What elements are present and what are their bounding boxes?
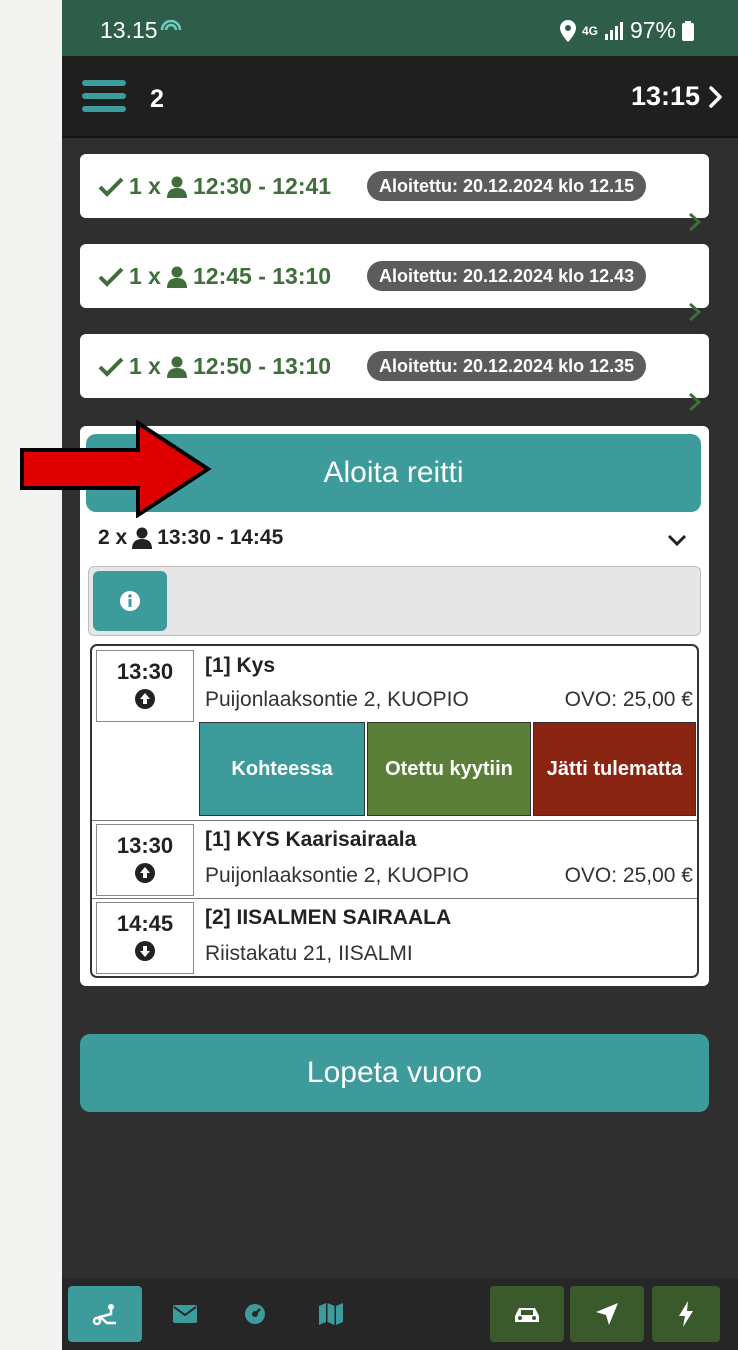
- info-button[interactable]: [93, 571, 167, 631]
- app-notification-icon: [160, 19, 182, 31]
- chevron-right-icon[interactable]: [685, 302, 705, 322]
- trip-time-range: 12:45 - 13:10: [192, 263, 332, 289]
- trip-time-range: 12:30 - 12:41: [192, 173, 332, 199]
- at-destination-button[interactable]: Kohteessa: [199, 722, 365, 816]
- nav-vehicle[interactable]: [490, 1286, 564, 1342]
- chevron-right-icon[interactable]: [685, 392, 705, 412]
- picked-up-button[interactable]: Otettu kyytiin: [367, 722, 531, 816]
- route-summary[interactable]: 2 x 13:30 - 14:45: [98, 526, 283, 550]
- stop-divider: [92, 820, 697, 821]
- check-icon: [98, 177, 124, 197]
- person-icon: [166, 356, 187, 378]
- arrow-up-icon: [135, 689, 155, 709]
- gauge-icon: [245, 1304, 265, 1324]
- trip-count: 1 x: [129, 263, 161, 289]
- stop-divider: [92, 898, 697, 899]
- stop-time-box: 14:45: [96, 902, 194, 974]
- stop-fare: OVO: 25,00 €: [564, 864, 693, 887]
- stop-time: 13:30: [116, 833, 174, 858]
- envelope-icon: [173, 1305, 197, 1323]
- nav-navigate[interactable]: [570, 1286, 644, 1342]
- trip-started-badge: Aloitettu: 20.12.2024 klo 12.43: [367, 261, 647, 291]
- status-right: 4G 97%: [559, 17, 694, 44]
- stop-time-box: 13:30: [96, 650, 194, 722]
- arrow-down-icon: [135, 941, 155, 961]
- trip-count: 1 x: [129, 353, 161, 379]
- trip-info: 1 x 12:50 - 13:10: [98, 353, 331, 380]
- chevron-right-icon: [709, 85, 722, 108]
- stop-time: 13:30: [116, 659, 174, 684]
- stop-name: [2] IISALMEN SAIRAALA: [205, 906, 452, 929]
- end-shift-button[interactable]: Lopeta vuoro: [80, 1034, 709, 1112]
- phone-screen: 13.15 4G 97% 2 13:15 1 x 12:30 - 12:41 A…: [62, 0, 738, 1350]
- stops-list: 13:30 [1] Kys Puijonlaaksontie 2, KUOPIO…: [90, 644, 699, 978]
- route-icon: [92, 1304, 116, 1326]
- no-show-button[interactable]: Jätti tulematta: [533, 722, 696, 816]
- current-time: 13:15: [630, 81, 700, 111]
- trip-card[interactable]: 1 x 12:50 - 13:10 Aloitettu: 20.12.2024 …: [80, 334, 709, 412]
- check-icon: [98, 267, 124, 287]
- trip-count: 1 x: [129, 173, 161, 199]
- location-icon: [559, 19, 576, 42]
- car-icon: [515, 1308, 539, 1322]
- person-icon: [166, 176, 187, 198]
- battery-percent: 97%: [629, 17, 676, 43]
- nav-quick-action[interactable]: [652, 1286, 720, 1342]
- info-bar: [88, 566, 701, 636]
- stop-fare: OVO: 25,00 €: [564, 688, 693, 711]
- navigation-arrow-icon: [596, 1303, 618, 1325]
- stop-time: 14:45: [116, 911, 174, 936]
- nav-map[interactable]: [294, 1286, 368, 1342]
- red-arrow-annotation-icon: [20, 420, 212, 518]
- map-icon: [319, 1303, 343, 1325]
- trip-started-badge: Aloitettu: 20.12.2024 klo 12.15: [367, 171, 647, 201]
- trip-info: 1 x 12:30 - 12:41: [98, 173, 331, 200]
- battery-icon: [682, 20, 694, 41]
- bottom-nav: [62, 1278, 738, 1350]
- trip-card[interactable]: 1 x 12:45 - 13:10 Aloitettu: 20.12.2024 …: [80, 244, 709, 322]
- current-time-button[interactable]: 13:15: [631, 81, 724, 112]
- signal-icon: [604, 21, 623, 40]
- stop-name: [1] KYS Kaarisairaala: [205, 828, 417, 851]
- status-bar: 13.15 4G 97%: [62, 0, 738, 56]
- trip-info: 1 x 12:45 - 13:10: [98, 263, 331, 290]
- info-icon: [120, 591, 140, 611]
- stop-address: Riistakatu 21, IISALMI: [205, 942, 413, 965]
- stop-address: Puijonlaaksontie 2, KUOPIO: [205, 688, 469, 711]
- stop-name: [1] Kys: [205, 654, 276, 677]
- person-icon: [166, 266, 187, 288]
- app-bar: 2 13:15: [62, 56, 738, 138]
- nav-messages[interactable]: [148, 1286, 222, 1342]
- arrow-up-icon: [135, 863, 155, 883]
- stop-time-box: 13:30: [96, 824, 194, 896]
- route-count: 2 x: [98, 526, 128, 549]
- status-time: 13.15: [100, 17, 158, 43]
- chevron-right-icon[interactable]: [685, 212, 705, 232]
- route-time-range: 13:30 - 14:45: [157, 526, 284, 549]
- chevron-down-icon[interactable]: [665, 528, 689, 552]
- person-icon: [132, 527, 153, 549]
- lightning-icon: [679, 1301, 693, 1327]
- check-icon: [98, 357, 124, 377]
- stop-address: Puijonlaaksontie 2, KUOPIO: [205, 864, 469, 887]
- nav-route[interactable]: [68, 1286, 142, 1342]
- trip-started-badge: Aloitettu: 20.12.2024 klo 12.35: [367, 351, 647, 381]
- network-type: 4G: [581, 23, 598, 38]
- route-count: 2: [150, 85, 164, 113]
- trip-time-range: 12:50 - 13:10: [192, 353, 332, 379]
- nav-dashboard[interactable]: [218, 1286, 292, 1342]
- menu-icon[interactable]: [82, 80, 126, 112]
- trip-card[interactable]: 1 x 12:30 - 12:41 Aloitettu: 20.12.2024 …: [80, 154, 709, 232]
